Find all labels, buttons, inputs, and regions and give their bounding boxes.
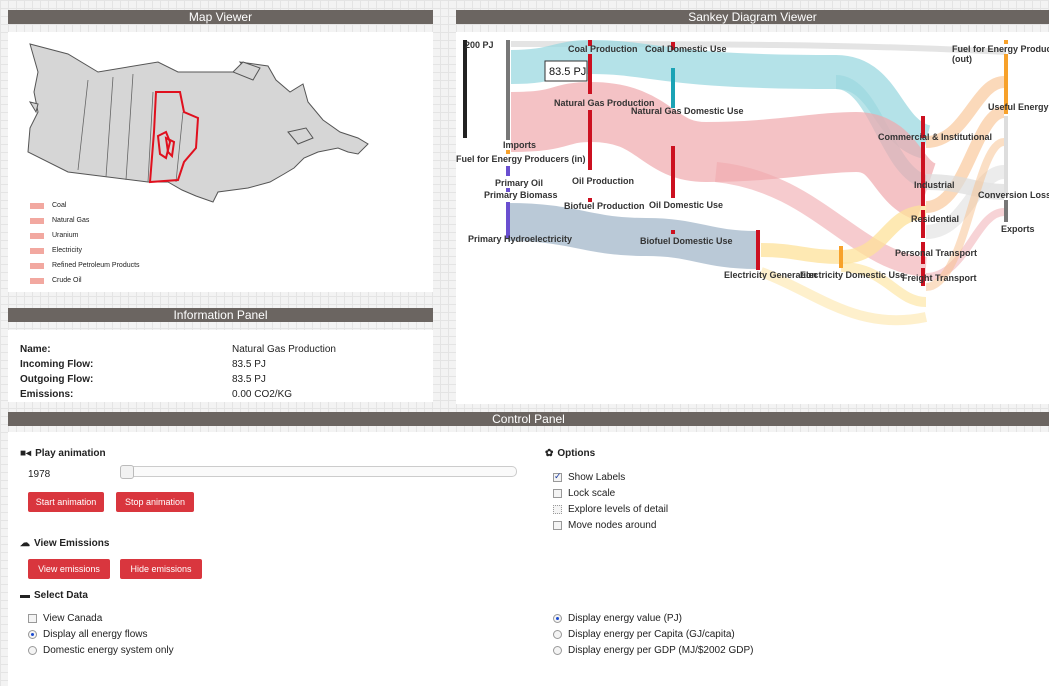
info-emissions-value: 0.00 CO2/KG (232, 389, 293, 400)
all-flows-radio[interactable] (28, 630, 37, 639)
option-energy-value[interactable]: Display energy value (PJ) (553, 613, 682, 624)
select-data-title: ▬ Select Data (20, 590, 88, 601)
label-fuel-out-2: (out) (952, 54, 972, 64)
label-oil-domestic: Oil Domestic Use (649, 200, 723, 210)
island-small (28, 101, 39, 114)
label-residential: Residential (911, 214, 959, 224)
label-fuel-in: Fuel for Energy Producers (in) (456, 154, 586, 164)
label-freight-transport: Freight Transport (902, 273, 977, 283)
node-natural-gas-production (588, 54, 592, 94)
option-energy-per-capita[interactable]: Display energy per Capita (GJ/capita) (553, 629, 735, 640)
energy-per-gdp-radio[interactable] (553, 646, 562, 655)
show-labels-checkbox[interactable] (553, 471, 562, 482)
label-coal-production: Coal Production (568, 44, 638, 54)
option-explore-detail[interactable]: Explore levels of detail (553, 504, 668, 515)
label-primary-biomass: Primary Biomass (484, 190, 558, 200)
label-industrial: Industrial (914, 180, 955, 190)
label-oil-production: Oil Production (572, 176, 634, 186)
label-useful-energy: Useful Energy (988, 102, 1049, 112)
label-fuel-out: Fuel for Energy Producers (952, 44, 1049, 54)
node-industrial (921, 142, 925, 206)
label-biofuel-production: Biofuel Production (564, 201, 645, 211)
node-primary-hydro (506, 202, 510, 238)
label-primary-hydro: Primary Hydroelectricity (468, 234, 572, 244)
slider-handle[interactable] (120, 465, 134, 479)
view-emissions-button[interactable]: View emissions (28, 559, 110, 579)
info-name-value: Natural Gas Production (232, 344, 336, 355)
node-electricity-domestic (839, 246, 843, 268)
label-biofuel-domestic: Biofuel Domestic Use (640, 236, 733, 246)
information-panel: Name: Natural Gas Production Incoming Fl… (8, 330, 433, 402)
info-emissions-label: Emissions: (20, 389, 74, 400)
info-name-label: Name: (20, 344, 51, 355)
cloud-icon: ☁ (20, 538, 30, 549)
info-incoming-value: 83.5 PJ (232, 359, 266, 370)
label-coal-domestic: Coal Domestic Use (645, 44, 727, 54)
explore-detail-checkbox[interactable] (553, 505, 562, 514)
move-nodes-checkbox[interactable] (553, 521, 562, 530)
video-camera-icon: ■◂ (20, 448, 32, 459)
info-incoming-label: Incoming Flow: (20, 359, 94, 370)
legend-item: Uranium (30, 232, 78, 239)
legend-item: Electricity (30, 247, 82, 254)
stop-animation-button[interactable]: Stop animation (116, 492, 194, 512)
year-label: 1978 (28, 469, 51, 480)
energy-value-radio[interactable] (553, 614, 562, 623)
options-title: ✿ Options (545, 448, 596, 459)
label-conversion-loss: Conversion Loss (978, 190, 1049, 200)
canada-map[interactable] (8, 32, 433, 212)
node-imports (506, 40, 510, 140)
node-exports (1004, 200, 1008, 222)
scale-bar (463, 40, 467, 138)
legend-item: Coal (30, 202, 66, 209)
control-panel-header: Control Panel (8, 412, 1049, 426)
node-conversion-loss (1004, 116, 1008, 196)
view-canada-checkbox[interactable] (28, 614, 37, 623)
option-domestic-only[interactable]: Domestic energy system only (28, 645, 174, 656)
node-oil-production (588, 110, 592, 170)
play-animation-title: ■◂ Play animation (20, 448, 106, 459)
legend-item: Natural Gas (30, 217, 89, 224)
sankey-viewer-panel: 200 PJ Coal Production Coal Domestic Use… (456, 32, 1049, 404)
option-view-canada[interactable]: View Canada (28, 613, 102, 624)
energy-per-capita-radio[interactable] (553, 630, 562, 639)
node-gas-domestic (671, 68, 675, 108)
start-animation-button[interactable]: Start animation (28, 492, 104, 512)
tooltip-text: 83.5 PJ (549, 66, 586, 78)
node-biofuel-domestic (671, 230, 675, 234)
node-oil-domestic (671, 146, 675, 198)
hide-emissions-button[interactable]: Hide emissions (120, 559, 202, 579)
folder-icon: ▬ (20, 590, 30, 601)
label-primary-oil: Primary Oil (495, 178, 543, 188)
info-outgoing-label: Outgoing Flow: (20, 374, 94, 385)
label-natural-gas-domestic: Natural Gas Domestic Use (631, 106, 744, 116)
label-commercial: Commercial & Institutional (878, 132, 992, 142)
lock-scale-checkbox[interactable] (553, 489, 562, 498)
option-move-nodes[interactable]: Move nodes around (553, 520, 656, 531)
option-energy-per-gdp[interactable]: Display energy per GDP (MJ/$2002 GDP) (553, 645, 753, 656)
domestic-only-radio[interactable] (28, 646, 37, 655)
legend-item: Crude Oil (30, 277, 82, 284)
option-show-labels[interactable]: Show Labels (553, 471, 625, 483)
map-viewer-header: Map Viewer (8, 10, 433, 24)
view-emissions-title: ☁ View Emissions (20, 538, 110, 549)
information-panel-header: Information Panel (8, 308, 433, 322)
sankey-diagram[interactable]: 200 PJ Coal Production Coal Domestic Use… (456, 32, 1049, 404)
info-outgoing-value: 83.5 PJ (232, 374, 266, 385)
option-lock-scale[interactable]: Lock scale (553, 488, 615, 499)
year-slider[interactable] (120, 465, 517, 479)
option-all-flows[interactable]: Display all energy flows (28, 629, 148, 640)
label-scale: 200 PJ (465, 40, 494, 50)
label-personal-transport: Personal Transport (895, 248, 977, 258)
label-exports: Exports (1001, 224, 1035, 234)
sankey-viewer-header: Sankey Diagram Viewer (456, 10, 1049, 24)
gear-icon: ✿ (545, 448, 554, 459)
map-viewer-panel: Coal Natural Gas Uranium Electricity Ref… (8, 32, 433, 292)
legend-item: Refined Petroleum Products (30, 262, 140, 269)
node-primary-oil (506, 166, 510, 176)
control-panel: ■◂ Play animation 1978 Start animation St… (8, 432, 1049, 686)
label-imports: Imports (503, 140, 536, 150)
node-electricity-generation (756, 230, 760, 270)
label-electricity-domestic: Electricity Domestic Use (800, 270, 905, 280)
